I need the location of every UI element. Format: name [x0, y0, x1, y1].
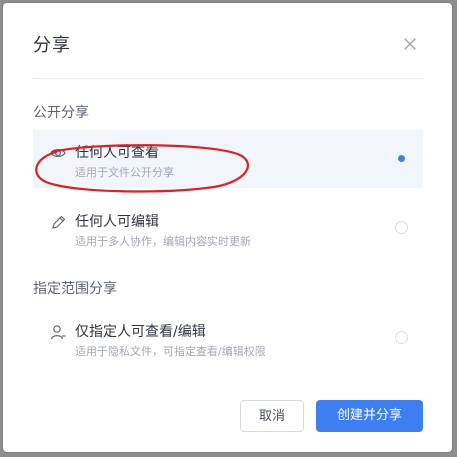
- radio-unselected[interactable]: [395, 221, 408, 234]
- option-anyone-view[interactable]: 任何人可查看 适用于文件公开分享: [33, 130, 423, 188]
- eye-icon: [50, 149, 66, 157]
- option-desc: 适用于多人协作，编辑内容实时更新: [75, 235, 251, 248]
- create-share-button[interactable]: 创建并分享: [316, 400, 423, 432]
- screen-backdrop: 分享 公开分享 任何人可查看 适用于文件公开分享 任何人可编辑 适用于多人协作，…: [0, 0, 457, 457]
- option-specified-people[interactable]: 仅指定人可查看/编辑 适用于隐私文件，可指定查看/编辑权限: [33, 309, 423, 367]
- option-desc: 适用于文件公开分享: [75, 166, 174, 179]
- option-anyone-edit[interactable]: 任何人可编辑 适用于多人协作，编辑内容实时更新: [33, 199, 423, 257]
- share-dialog: 分享 公开分享 任何人可查看 适用于文件公开分享 任何人可编辑 适用于多人协作，…: [3, 3, 452, 452]
- option-name: 仅指定人可查看/编辑: [75, 324, 206, 340]
- option-desc: 适用于隐私文件，可指定查看/编辑权限: [75, 345, 266, 358]
- option-name: 任何人可查看: [75, 145, 159, 161]
- title-divider: [33, 78, 423, 79]
- dialog-title: 分享: [33, 35, 71, 56]
- pencil-icon: [52, 215, 66, 229]
- radio-selected[interactable]: [395, 152, 408, 165]
- close-icon[interactable]: [401, 35, 419, 53]
- radio-unselected[interactable]: [395, 331, 408, 344]
- cancel-button[interactable]: 取消: [240, 400, 304, 432]
- option-name: 任何人可编辑: [75, 214, 159, 230]
- section-label-public: 公开分享: [33, 105, 89, 121]
- section-label-scoped: 指定范围分享: [33, 281, 117, 297]
- user-icon: [50, 325, 66, 340]
